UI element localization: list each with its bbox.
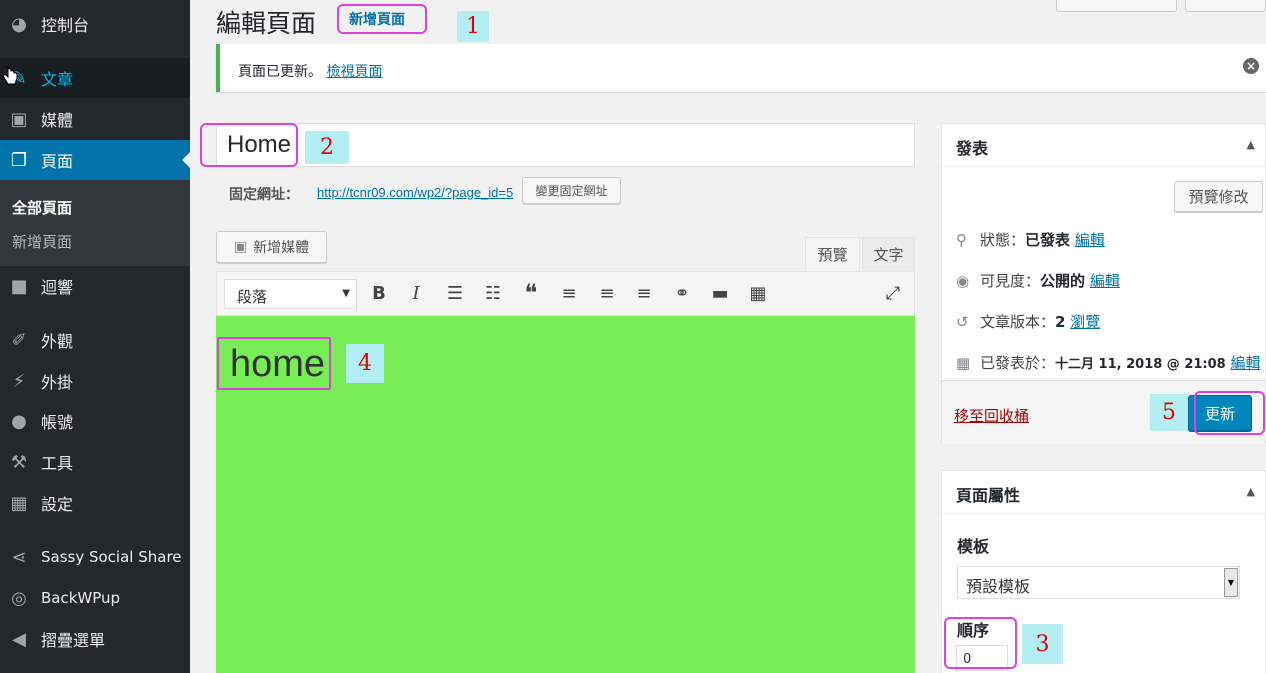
permalink-label: 固定網址：: [229, 187, 299, 203]
view-page-link[interactable]: 檢視頁面: [326, 64, 382, 80]
format-value: 段落: [237, 288, 268, 306]
highlight-add-new: [337, 4, 427, 34]
menu-sassy-social-share[interactable]: ⋖ Sassy Social Share: [0, 537, 190, 577]
annotation-label-2: 2: [305, 131, 349, 164]
edit-status-link[interactable]: 編輯: [1075, 231, 1105, 249]
editor-toolbar: 段落 ▼ B I ☰ ☷ ❝ ≡ ≡ ≡ ⚭ ▬ ▦ ⤢: [216, 271, 915, 316]
change-permalink-button[interactable]: 變更固定網址: [522, 177, 621, 204]
menu-pages[interactable]: ❐ 頁面: [0, 140, 190, 180]
menu-posts[interactable]: ✎ 文章: [0, 58, 190, 98]
annotation-label-4: 4: [346, 344, 384, 383]
settings-icon: ▦: [10, 492, 28, 514]
move-to-trash-link[interactable]: 移至回收桶: [954, 405, 1029, 426]
media-icon: ▣: [233, 239, 248, 255]
users-icon: ●: [11, 410, 27, 432]
menu-plugins[interactable]: ⚡ 外掛: [0, 361, 190, 401]
link-icon[interactable]: ⚭: [669, 280, 695, 306]
share-icon: ⋖: [11, 546, 27, 568]
publish-title: 發表: [956, 139, 989, 158]
numbered-list-icon[interactable]: ☷: [480, 280, 506, 306]
menu-appearance[interactable]: ✐ 外觀: [0, 320, 190, 360]
format-select[interactable]: 段落 ▼: [224, 279, 357, 309]
bold-icon[interactable]: B: [366, 280, 392, 306]
template-value: 預設模板: [966, 577, 1031, 596]
highlight-update: [1194, 391, 1265, 435]
notice-text: 頁面已更新。: [238, 64, 322, 80]
comments-icon: ■: [10, 275, 28, 297]
highlight-content: [217, 337, 331, 390]
highlight-order: [944, 617, 1017, 669]
collapse-up-icon[interactable]: ▲: [1247, 138, 1255, 151]
menu-comments[interactable]: ■ 迴響: [0, 266, 190, 306]
menu-settings[interactable]: ▦ 設定: [0, 483, 190, 523]
template-label: 模板: [957, 537, 990, 556]
menu-users[interactable]: ● 帳號: [0, 401, 190, 441]
permalink-url[interactable]: http://tcnr09.com/wp2/?page_id=5: [317, 185, 513, 200]
revisions-row: ↺ 文章版本：2 瀏覽: [956, 313, 1101, 331]
tools-icon: ⚒: [10, 451, 28, 473]
backwpup-icon: ◎: [11, 587, 27, 609]
annotation-label-5: 5: [1150, 394, 1188, 431]
tab-visual[interactable]: 預覽: [805, 237, 860, 271]
collapse-icon: ◀: [12, 628, 26, 650]
highlight-title: [200, 123, 298, 167]
align-right-icon[interactable]: ≡: [631, 280, 657, 306]
dropdown-arrow-icon: ▼: [1224, 568, 1238, 597]
bullet-list-icon[interactable]: ☰: [442, 280, 468, 306]
blockquote-icon[interactable]: ❝: [518, 279, 544, 307]
admin-sidebar: ◕ 控制台 ✎ 文章 ▣ 媒體 ❐ 頁面 全部頁面 新增頁面 ■ 迴響 ✐ 外觀…: [0, 0, 190, 673]
edit-date-link[interactable]: 編輯: [1231, 354, 1261, 372]
hand-cursor-icon: [2, 66, 18, 85]
status-row: ⚲ 狀態：已發表 編輯: [956, 231, 1105, 249]
published-date-row: ▦ 已發表於：十二月 11, 2018 @ 21:08 編輯: [956, 354, 1261, 372]
menu-media[interactable]: ▣ 媒體: [0, 99, 190, 139]
pin-icon: ⚲: [956, 231, 967, 249]
fullscreen-icon[interactable]: ⤢: [880, 280, 906, 306]
align-left-icon[interactable]: ≡: [556, 280, 582, 306]
dropdown-arrow-icon: ▼: [342, 288, 350, 299]
pages-submenu: 全部頁面 新增頁面: [0, 180, 190, 266]
submenu-all-pages[interactable]: 全部頁面: [12, 197, 72, 218]
edit-visibility-link[interactable]: 編輯: [1090, 272, 1120, 290]
add-media-label: 新增媒體: [253, 240, 310, 256]
screen-options-button[interactable]: [1056, 0, 1177, 12]
align-center-icon[interactable]: ≡: [594, 280, 620, 306]
visibility-row: ◉ 可見度：公開的 編輯: [956, 272, 1120, 290]
menu-dashboard[interactable]: ◕ 控制台: [0, 4, 190, 44]
read-more-icon[interactable]: ▬: [707, 280, 733, 306]
italic-icon[interactable]: I: [403, 280, 429, 306]
annotation-label-1: 1: [457, 11, 489, 42]
preview-changes-button[interactable]: 預覽修改: [1174, 181, 1263, 212]
toolbar-toggle-icon[interactable]: ▦: [745, 280, 771, 306]
calendar-icon: ▦: [956, 354, 971, 372]
tab-text[interactable]: 文字: [862, 237, 915, 271]
dismiss-icon[interactable]: ×: [1243, 58, 1259, 74]
collapse-up-icon[interactable]: ▲: [1247, 485, 1255, 498]
history-icon: ↺: [956, 313, 969, 331]
menu-collapse[interactable]: ◀ 摺疊選單: [0, 619, 190, 659]
page-attributes-title: 頁面屬性: [956, 486, 1021, 505]
update-notice: 頁面已更新。 檢視頁面 ×: [216, 44, 1266, 92]
template-select[interactable]: 預設模板 ▼: [957, 566, 1240, 599]
media-icon: ▣: [10, 108, 28, 130]
dashboard-icon: ◕: [11, 13, 27, 35]
eye-icon: ◉: [956, 272, 970, 290]
submenu-add-new[interactable]: 新增頁面: [12, 231, 72, 252]
add-media-button[interactable]: ▣ 新增媒體: [216, 231, 327, 263]
menu-backwpup[interactable]: ◎ BackWPup: [0, 578, 190, 618]
help-button[interactable]: [1185, 0, 1266, 12]
menu-tools[interactable]: ⚒ 工具: [0, 442, 190, 482]
annotation-label-3: 3: [1022, 624, 1063, 664]
plugins-icon: ⚡: [12, 370, 26, 392]
browse-revisions-link[interactable]: 瀏覽: [1070, 313, 1100, 331]
appearance-icon: ✐: [11, 329, 27, 351]
pages-icon: ❐: [10, 149, 28, 171]
page-title: 編輯頁面: [216, 9, 317, 38]
